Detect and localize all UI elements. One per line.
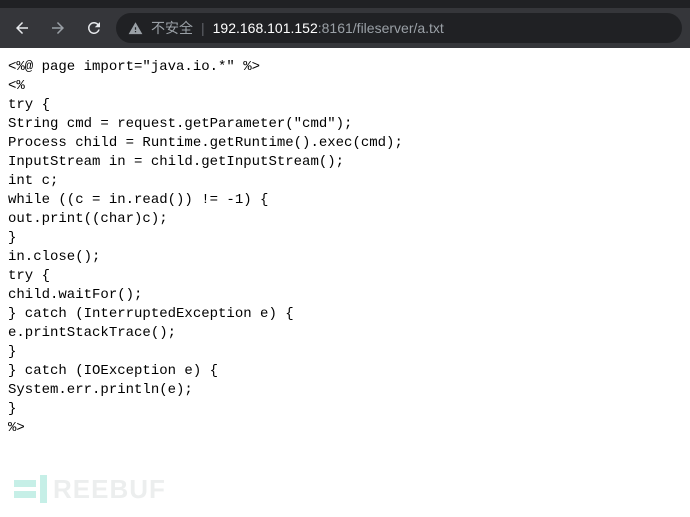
security-label: 不安全 bbox=[151, 18, 193, 38]
page-content: <%@ page import="java.io.*" %> <% try { … bbox=[0, 48, 690, 517]
url-text: 192.168.101.152:8161/fileserver/a.txt bbox=[213, 20, 444, 36]
watermark-bars-icon bbox=[14, 480, 36, 498]
reload-icon bbox=[85, 19, 103, 37]
forward-button[interactable] bbox=[44, 14, 72, 42]
watermark: REEBUF bbox=[14, 475, 166, 503]
url-port: :8161 bbox=[318, 20, 353, 36]
url-path: /fileserver/a.txt bbox=[353, 20, 444, 36]
url-host: 192.168.101.152 bbox=[213, 20, 318, 36]
addrbar-divider: | bbox=[201, 20, 205, 36]
browser-window: 不安全 | 192.168.101.152:8161/fileserver/a.… bbox=[0, 0, 690, 517]
browser-toolbar: 不安全 | 192.168.101.152:8161/fileserver/a.… bbox=[0, 8, 690, 48]
not-secure-icon bbox=[128, 21, 143, 36]
page-body-text: <%@ page import="java.io.*" %> <% try { … bbox=[8, 59, 403, 436]
arrow-right-icon bbox=[49, 19, 67, 37]
arrow-left-icon bbox=[13, 19, 31, 37]
watermark-vert-icon bbox=[40, 475, 47, 503]
reload-button[interactable] bbox=[80, 14, 108, 42]
back-button[interactable] bbox=[8, 14, 36, 42]
address-bar[interactable]: 不安全 | 192.168.101.152:8161/fileserver/a.… bbox=[116, 13, 682, 43]
watermark-text: REEBUF bbox=[53, 480, 166, 499]
tab-strip bbox=[0, 0, 690, 8]
